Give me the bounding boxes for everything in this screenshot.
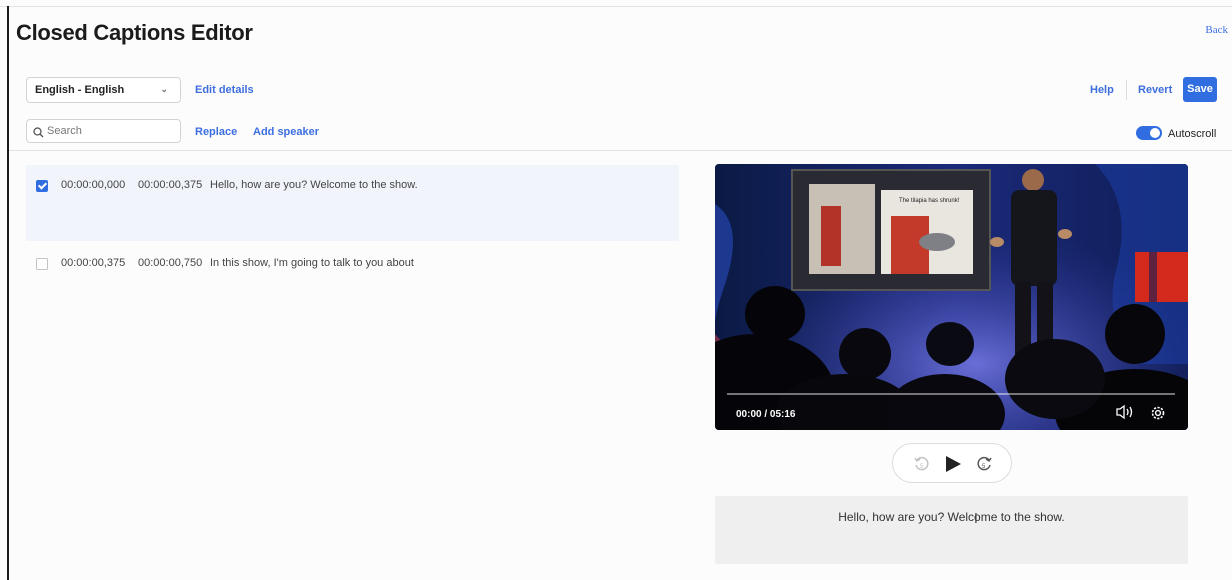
header-divider xyxy=(9,150,1232,151)
autoscroll-toggle[interactable] xyxy=(1136,126,1162,140)
caption-row[interactable]: 00:00:00,000 00:00:00,375 Hello, how are… xyxy=(26,165,679,241)
rewind-icon[interactable]: 5 xyxy=(913,455,931,478)
revert-link[interactable]: Revert xyxy=(1138,84,1172,96)
chevron-down-icon: ⌄ xyxy=(160,84,168,94)
slide-caption-text: The tilapia has shrunk! xyxy=(899,198,960,204)
save-button[interactable]: Save xyxy=(1183,77,1217,102)
video-progress-bar[interactable] xyxy=(727,393,1175,395)
search-placeholder: Search xyxy=(47,125,82,137)
video-player[interactable]: The tilapia has shrunk! 00:00 / 05:16 xyxy=(715,164,1188,430)
caption-checkbox[interactable] xyxy=(36,180,48,192)
add-speaker-link[interactable]: Add speaker xyxy=(253,126,319,138)
left-border xyxy=(7,6,9,580)
caption-text[interactable]: Hello, how are you? Welcome to the show. xyxy=(210,179,418,191)
caption-end-time[interactable]: 00:00:00,750 xyxy=(138,257,202,269)
text-cursor-icon: I xyxy=(974,512,978,527)
top-border xyxy=(0,6,1232,7)
caption-start-time[interactable]: 00:00:00,375 xyxy=(61,257,125,269)
caption-checkbox[interactable] xyxy=(36,258,48,270)
autoscroll-label: Autoscroll xyxy=(1168,128,1217,140)
video-time-display: 00:00 / 05:16 xyxy=(736,409,796,420)
toggle-knob xyxy=(1150,128,1160,138)
caption-row[interactable]: 00:00:00,375 00:00:00,750 In this show, … xyxy=(26,250,679,280)
search-input[interactable]: Search xyxy=(26,119,181,143)
caption-preview-text: Hello, how are you? Welcome to the show. xyxy=(838,510,1065,524)
toolbar-separator xyxy=(1126,80,1127,100)
player-transport-controls: 5 5 xyxy=(892,443,1012,483)
caption-preview-box: Hello, how are you? Welcome to the show.… xyxy=(715,496,1188,564)
replace-link[interactable]: Replace xyxy=(195,126,237,138)
help-link[interactable]: Help xyxy=(1090,84,1114,96)
back-link[interactable]: Back xyxy=(1205,24,1228,36)
language-select[interactable]: English - English ⌄ xyxy=(26,77,181,103)
fast-forward-icon[interactable]: 5 xyxy=(975,455,993,478)
search-icon xyxy=(33,125,44,143)
edit-details-link[interactable]: Edit details xyxy=(195,84,254,96)
page-title: Closed Captions Editor xyxy=(16,20,253,45)
editor-window: Closed Captions Editor Back English - En… xyxy=(0,0,1232,580)
language-select-value: English - English xyxy=(35,84,125,96)
video-frame-image: The tilapia has shrunk! xyxy=(715,164,1188,430)
caption-text[interactable]: In this show, I'm going to talk to you a… xyxy=(210,257,414,269)
caption-end-time[interactable]: 00:00:00,375 xyxy=(138,179,202,191)
play-icon[interactable] xyxy=(943,454,963,479)
caption-start-time[interactable]: 00:00:00,000 xyxy=(61,179,125,191)
